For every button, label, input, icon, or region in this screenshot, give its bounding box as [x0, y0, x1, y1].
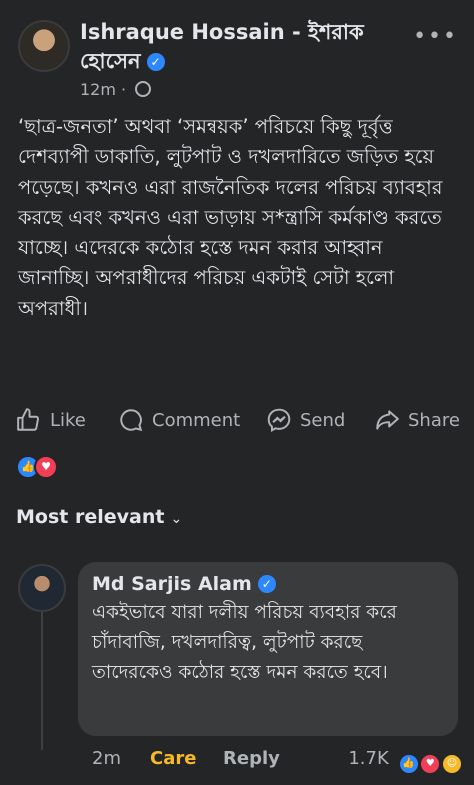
like-label: Like — [50, 409, 86, 431]
more-options-icon[interactable]: ••• — [413, 24, 458, 49]
share-icon — [376, 410, 399, 430]
author-name-line2[interactable]: হোসেন — [80, 49, 141, 73]
share-label: Share — [408, 409, 460, 431]
post-text: ‘ছাত্র-জনতা’ অথবা ‘সমন্বয়ক’ পরিচয়ে কিছ… — [18, 115, 443, 320]
messenger-icon — [267, 408, 291, 432]
globe-icon — [135, 81, 152, 97]
comment-sort-dropdown[interactable]: Most relevant ⌄ — [16, 506, 182, 528]
post-time[interactable]: 12m — [80, 80, 116, 99]
author-name[interactable]: Ishraque Hossain - ইশরাক হোসেন ✓ — [80, 18, 420, 76]
care-icon: ☺ — [442, 754, 462, 774]
share-button[interactable]: Share — [374, 400, 460, 440]
author-name-line1[interactable]: Ishraque Hossain - ইশরাক — [80, 20, 364, 44]
comment-icon — [120, 409, 143, 432]
commenter-name[interactable]: Md Sarjis Alam ✓ — [92, 572, 444, 596]
post-header: Ishraque Hossain - ইশরাক হোসেন ✓ 12m · ••… — [18, 18, 458, 108]
send-button[interactable]: Send — [266, 400, 345, 440]
comment-text: একইভাবে যারা দলীয় পরিচয় ব্যবহার করে চা… — [92, 602, 397, 683]
comment-time[interactable]: 2m — [92, 744, 121, 774]
commenter-name-text[interactable]: Md Sarjis Alam — [92, 573, 252, 595]
care-reaction-button[interactable]: Care — [150, 744, 196, 774]
thread-line — [41, 610, 43, 750]
love-icon: ♥ — [34, 455, 58, 479]
verified-badge-icon: ✓ — [257, 575, 276, 593]
post-action-bar: Like Comment Send Share — [0, 400, 474, 440]
commenter-avatar[interactable] — [18, 564, 66, 612]
thumbs-up-icon — [17, 408, 39, 431]
comment-label: Comment — [152, 409, 241, 431]
like-button[interactable]: Like — [16, 400, 86, 440]
reaction-count: 1.7K — [348, 748, 389, 769]
sort-label: Most relevant — [16, 506, 165, 528]
comment-reaction-count[interactable]: 1.7K 👍 ♥ ☺ — [348, 744, 462, 774]
like-icon: 👍 — [398, 754, 419, 774]
comment-button[interactable]: Comment — [118, 400, 240, 440]
comment-footer: 2m Care Reply 1.7K 👍 ♥ ☺ — [92, 744, 462, 774]
love-icon: ♥ — [420, 754, 441, 774]
verified-badge-icon: ✓ — [146, 53, 165, 71]
author-avatar[interactable] — [18, 20, 70, 72]
post-meta: 12m · — [80, 80, 152, 99]
comment-bubble[interactable]: Md Sarjis Alam ✓ একইভাবে যারা দলীয় পরিচয… — [78, 562, 458, 736]
send-label: Send — [300, 409, 346, 431]
chevron-down-icon: ⌄ — [170, 511, 183, 527]
reply-button[interactable]: Reply — [223, 744, 280, 774]
